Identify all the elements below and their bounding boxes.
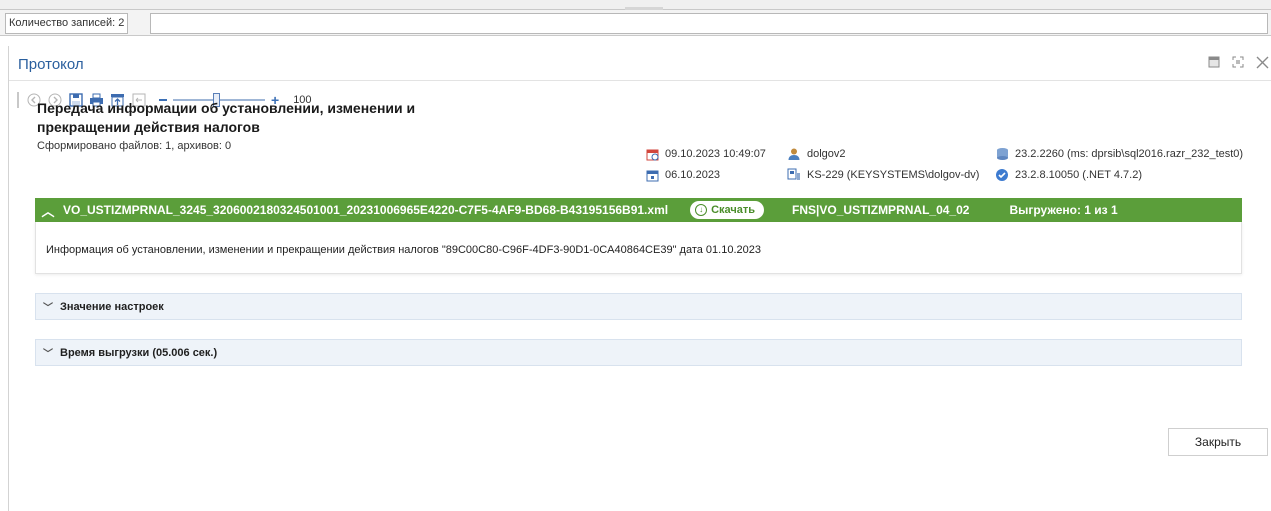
records-count: Количество записей: 2 bbox=[5, 13, 129, 34]
report-app-version: 23.2.8.10050 (.NET 4.7.2) bbox=[1015, 169, 1142, 181]
close-icon[interactable] bbox=[1255, 55, 1269, 69]
meta-user: dolgov2 bbox=[787, 146, 846, 162]
file-format: FNS|VO_USTIZMPRNAL_04_02 bbox=[792, 203, 970, 217]
status-bar: Количество записей: 2 bbox=[0, 10, 1271, 36]
file-header[interactable]: ︿ VO_USTIZMPRNAL_3245_320600218032450100… bbox=[35, 198, 1242, 222]
meta-app: 23.2.8.10050 (.NET 4.7.2) bbox=[995, 167, 1142, 183]
report-machine: KS-229 (KEYSYSTEMS\dolgov-dv) bbox=[807, 169, 980, 181]
meta-datetime: 09.10.2023 10:49:07 bbox=[645, 146, 766, 162]
file-name: VO_USTIZMPRNAL_3245_3206002180324501001_… bbox=[63, 203, 669, 217]
meta-machine: KS-229 (KEYSYSTEMS\dolgov-dv) bbox=[787, 167, 979, 183]
download-button[interactable]: ↓ Скачать bbox=[690, 201, 765, 219]
calendar-icon bbox=[645, 168, 659, 182]
report-datetime: 09.10.2023 10:49:07 bbox=[665, 148, 766, 160]
user-icon bbox=[787, 147, 801, 161]
section-export-time[interactable]: ﹀ Время выгрузки (05.006 сек.) bbox=[35, 339, 1242, 366]
download-label: Скачать bbox=[711, 204, 756, 216]
app-version-icon bbox=[995, 168, 1009, 182]
restore-icon[interactable] bbox=[1207, 55, 1221, 69]
window-buttons bbox=[1207, 55, 1269, 69]
toolbar-grip bbox=[17, 92, 19, 108]
top-splitter[interactable] bbox=[0, 0, 1271, 10]
report-date: 06.10.2023 bbox=[665, 169, 721, 181]
download-icon: ↓ bbox=[695, 204, 708, 216]
chevron-down-icon: ﹀ bbox=[43, 349, 53, 360]
export-status: Выгружено: 1 из 1 bbox=[1009, 203, 1118, 217]
computer-icon bbox=[787, 168, 801, 182]
chevron-down-icon: ﹀ bbox=[43, 303, 53, 314]
file-description: Информация об установлении, изменении и … bbox=[46, 244, 761, 256]
calendar-clock-icon bbox=[645, 147, 659, 161]
report-db-version: 23.2.2260 (ms: dprsib\sql2016.razr_232_t… bbox=[1015, 148, 1244, 160]
status-empty-cell bbox=[150, 13, 1268, 34]
section-export-time-label: Время выгрузки (05.006 сек.) bbox=[60, 346, 218, 359]
close-button[interactable]: Закрыть bbox=[1168, 428, 1268, 456]
section-settings-label: Значение настроек bbox=[60, 300, 164, 313]
file-details: Информация об установлении, изменении и … bbox=[35, 222, 1242, 274]
meta-db: 23.2.2260 (ms: dprsib\sql2016.razr_232_t… bbox=[995, 146, 1243, 162]
report-subtitle: Сформировано файлов: 1, архивов: 0 bbox=[37, 140, 232, 152]
database-icon bbox=[995, 147, 1009, 161]
panel-divider bbox=[9, 80, 1271, 81]
section-settings[interactable]: ﹀ Значение настроек bbox=[35, 293, 1242, 320]
report-title: Передача информации об установлении, изм… bbox=[37, 100, 416, 135]
maximize-icon[interactable] bbox=[1231, 55, 1245, 69]
report-user: dolgov2 bbox=[807, 148, 846, 160]
meta-date: 06.10.2023 bbox=[645, 167, 720, 183]
panel-title: Протокол bbox=[18, 56, 84, 73]
chevron-up-icon[interactable]: ︿ bbox=[35, 201, 61, 220]
